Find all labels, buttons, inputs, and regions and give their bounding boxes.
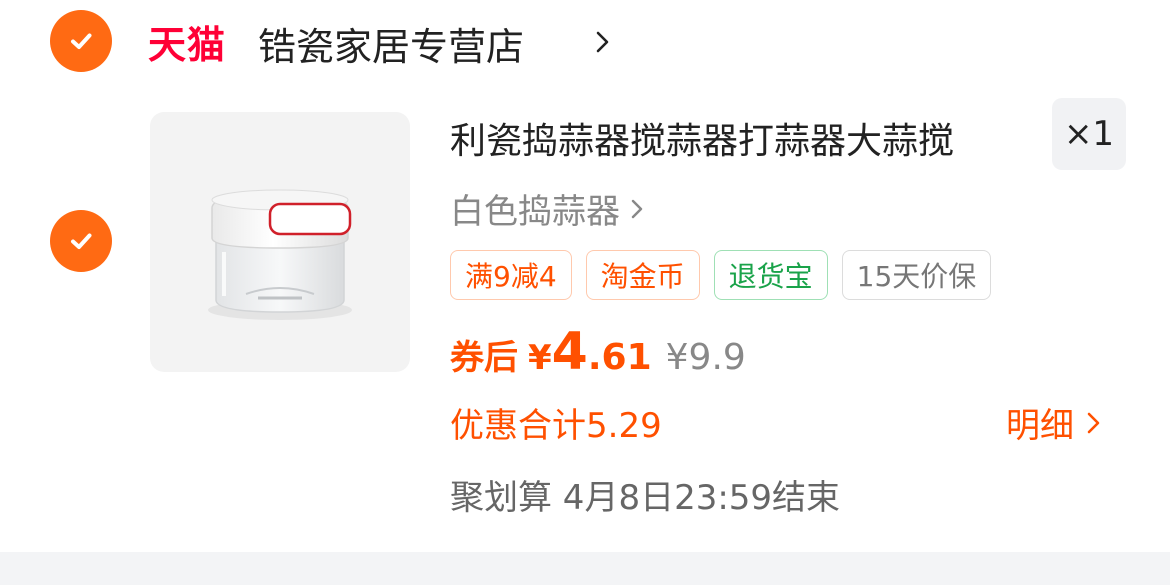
product-title[interactable]: 利瓷捣蒜器搅蒜器打蒜器大蒜搅 (450, 112, 1030, 164)
tmall-logo: 天猫 (148, 23, 227, 67)
tag-return-insurance: 退货宝 (713, 250, 828, 300)
sku-label: 白色捣蒜器 (450, 192, 620, 232)
discount-total: 优惠合计5.29 (450, 406, 662, 446)
chevron-right-icon (631, 199, 643, 218)
promo-tags: 满9减4 淘金币 退货宝 15天价保 (450, 250, 992, 300)
price-integer: 4 (551, 322, 588, 382)
price-decimal: .61 (587, 337, 652, 378)
garlic-chopper-image (208, 189, 352, 320)
price-row: 券后 ¥ 4 .61 ¥9.9 (450, 322, 746, 382)
promo-end-info: 聚划算 4月8日23:59结束 (450, 478, 841, 518)
original-price: ¥9.9 (665, 337, 746, 378)
shop-header: 天猫 锆瓷家居专营店 (0, 0, 1170, 90)
quantity-button[interactable]: ×1 (1052, 98, 1126, 170)
section-divider (0, 552, 1170, 585)
currency-symbol: ¥ (528, 338, 552, 378)
chevron-right-icon[interactable] (594, 30, 612, 54)
discount-detail-link[interactable]: 明细 (1006, 398, 1102, 447)
checkmark-icon (71, 233, 92, 249)
product-thumbnail[interactable] (150, 112, 410, 372)
shop-name-link[interactable]: 锆瓷家居专营店 (258, 16, 524, 71)
detail-label: 明细 (1006, 406, 1074, 446)
shop-select-checkbox[interactable] (50, 10, 112, 72)
after-coupon-label: 券后 (450, 338, 518, 378)
sku-selector[interactable]: 白色捣蒜器 (450, 184, 646, 233)
chevron-right-icon (1087, 412, 1100, 433)
tag-taojinbi: 淘金币 (585, 250, 700, 300)
tag-full-reduction: 满9减4 (450, 250, 572, 300)
tag-price-protection: 15天价保 (841, 250, 992, 300)
checkmark-icon (71, 33, 92, 49)
item-select-checkbox[interactable] (50, 210, 112, 272)
